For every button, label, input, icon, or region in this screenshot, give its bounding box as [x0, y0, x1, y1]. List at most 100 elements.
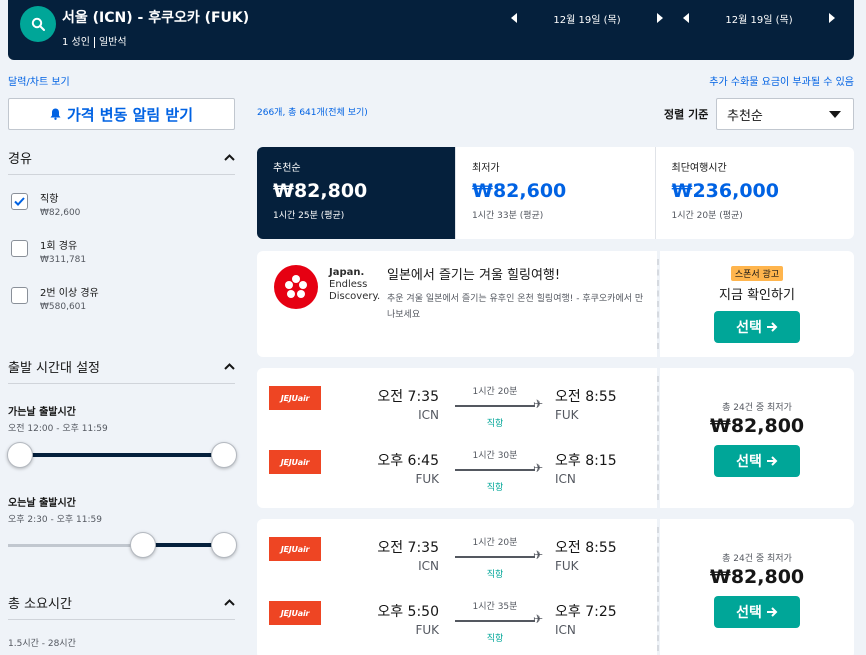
duration-title: 총 소요시간 [8, 597, 72, 612]
prev-return-date-button[interactable] [678, 10, 694, 26]
outbound-time-range: 오전 12:00 - 오후 11:59 [8, 424, 108, 434]
plane-icon: ✈ [533, 548, 544, 562]
sponsored-ad-card: Japan. Endless Discovery. 일본에서 즐기는 겨울 힐링… [257, 251, 854, 357]
baggage-fee-link[interactable]: 추가 수화물 요금이 부과될 수 있음 [709, 73, 854, 88]
direct-checkbox[interactable] [11, 193, 28, 210]
return-slider-end-handle[interactable] [211, 532, 237, 558]
arrow-right-icon [766, 607, 778, 617]
caret-left-icon [511, 13, 517, 23]
flight-line [455, 556, 535, 558]
ad-title: 일본에서 즐기는 겨울 힐링여행! [387, 268, 561, 283]
passenger-summary[interactable]: 1 성인 일반석 [62, 33, 127, 48]
tab-label: 추천순 [273, 163, 301, 174]
multi-stop-checkbox[interactable] [11, 287, 28, 304]
arrival-time: 오후 7:25 [555, 604, 617, 620]
duration-range: 1.5시간 - 28시간 [8, 639, 76, 649]
price-alert-button[interactable]: 가격 변동 알림 받기 [8, 98, 235, 130]
stops-label: 직항 [486, 634, 504, 644]
plane-icon: ✈ [533, 461, 544, 475]
select-button-label: 선택 [736, 453, 762, 470]
tab-fastest[interactable]: 최단여행시간 ₩236,000 1시간 20분 (평균) [656, 147, 855, 239]
return-date[interactable]: 12월 19일 (목) [694, 11, 824, 26]
outbound-slider-track[interactable] [20, 453, 224, 457]
airline-logo: JEJUair [269, 386, 321, 410]
caret-left-icon [683, 13, 689, 23]
flight-price: ₩82,800 [709, 414, 805, 437]
outbound-slider-end-handle[interactable] [211, 442, 237, 468]
tab-label: 최단여행시간 [671, 163, 727, 174]
ad-content[interactable]: Japan. Endless Discovery. 일본에서 즐기는 겨울 힐링… [257, 251, 659, 357]
passenger-count: 1 성인 [62, 37, 90, 48]
tab-price: ₩82,800 [273, 180, 368, 202]
select-flight-button[interactable]: 선택 [714, 596, 800, 628]
depart-date-nav: 12월 19일 (목) [506, 10, 668, 26]
tab-duration: 1시간 20분 (평균) [671, 211, 743, 221]
calendar-chart-link[interactable]: 달력/차트 보기 [8, 73, 70, 88]
departure-time: 오후 5:50 [377, 604, 439, 620]
flight-itinerary[interactable]: JEJUair 오전 7:35 ICN 1시간 20분 ✈ 직항 오전 8:55… [257, 519, 659, 655]
stop-option-price: ₩82,600 [40, 208, 81, 218]
tab-duration: 1시간 25분 (평균) [273, 211, 345, 221]
flight-line [455, 469, 535, 471]
duration-section-header[interactable]: 총 소요시간 [8, 593, 235, 620]
departure-time: 오후 6:45 [377, 453, 439, 469]
ad-cta-text: 지금 확인하기 [719, 287, 795, 303]
japan-logo-icon [274, 265, 318, 309]
sort-dropdown[interactable]: 추천순 [716, 98, 854, 130]
departure-airport: ICN [418, 559, 439, 573]
ad-cta-panel: 스폰서 광고 지금 확인하기 선택 [660, 251, 854, 357]
stop-option-price: ₩580,601 [40, 302, 87, 312]
stop-option-label: 1회 경유 [40, 241, 78, 252]
stop-option-direct[interactable]: 직항 ₩82,600 [11, 193, 80, 219]
stops-label: 직항 [486, 419, 504, 429]
arrow-right-icon [766, 455, 778, 466]
tab-best[interactable]: 추천순 ₩82,800 1시간 25분 (평균) [257, 147, 456, 239]
stops-section-header[interactable]: 경유 [8, 148, 235, 175]
tab-price: ₩236,000 [671, 180, 780, 202]
caret-right-icon [829, 13, 835, 23]
stops-label: 직항 [486, 483, 504, 493]
prev-depart-date-button[interactable] [506, 10, 522, 26]
ad-select-button[interactable]: 선택 [714, 310, 800, 343]
departure-airport: FUK [415, 623, 439, 637]
search-icon [31, 17, 45, 31]
price-caption: 총 24건 중 최저가 [722, 402, 792, 413]
airline-logo: JEJUair [269, 537, 321, 561]
ad-brand-text: Japan. Endless Discovery. [329, 267, 380, 303]
depart-date[interactable]: 12월 19일 (목) [522, 11, 652, 26]
search-button[interactable] [20, 6, 56, 42]
select-flight-button[interactable]: 선택 [714, 444, 800, 477]
results-count-link[interactable]: 266개, 총 641개(전체 보기) [257, 105, 368, 118]
stop-option-one-stop[interactable]: 1회 경유 ₩311,781 [11, 240, 86, 266]
route-title[interactable]: 서울 (ICN) - 후쿠오카 (FUK) [62, 7, 249, 27]
ad-brand-line: Endless [329, 279, 368, 290]
chevron-up-icon [224, 363, 235, 370]
outbound-leg: JEJUair 오전 7:35 ICN 1시간 20분 ✈ 직항 오전 8:55… [257, 519, 657, 580]
tab-price: ₩82,600 [472, 180, 567, 202]
flight-duration: 1시간 20분 [472, 538, 518, 548]
departure-time-title: 출발 시간대 설정 [8, 361, 100, 376]
one-stop-checkbox[interactable] [11, 240, 28, 257]
next-return-date-button[interactable] [824, 10, 840, 26]
flight-itinerary[interactable]: JEJUair 오전 7:35 ICN 1시간 20분 ✈ 직항 오전 8:55… [257, 368, 659, 508]
stop-option-multi-stop[interactable]: 2번 이상 경유 ₩580,601 [11, 287, 99, 313]
return-slider-start-handle[interactable] [130, 532, 156, 558]
return-time-range: 오후 2:30 - 오후 11:59 [8, 515, 102, 525]
select-button-label: 선택 [736, 319, 762, 336]
outbound-slider-start-handle[interactable] [7, 442, 33, 468]
tab-cheapest[interactable]: 최저가 ₩82,600 1시간 33분 (평균) [456, 147, 656, 239]
departure-time-section-header[interactable]: 출발 시간대 설정 [8, 357, 235, 384]
outbound-time-title: 가는날 출발시간 [8, 407, 76, 418]
outbound-leg: JEJUair 오전 7:35 ICN 1시간 20분 ✈ 직항 오전 8:55… [257, 368, 657, 429]
price-caption: 총 24건 중 최저가 [722, 554, 792, 564]
airline-logo: JEJUair [269, 450, 321, 474]
departure-time: 오전 7:35 [377, 389, 439, 405]
search-header: 서울 (ICN) - 후쿠오카 (FUK) 1 성인 일반석 12월 19일 (목… [8, 0, 854, 60]
next-depart-date-button[interactable] [652, 10, 668, 26]
flight-result-card: JEJUair 오전 7:35 ICN 1시간 20분 ✈ 직항 오전 8:55… [257, 368, 854, 508]
arrow-right-icon [766, 321, 778, 332]
return-time-title: 오는날 출발시간 [8, 498, 76, 509]
return-leg: JEJUair 오후 6:45 FUK 1시간 30분 ✈ 직항 오후 8:15… [257, 432, 657, 493]
departure-airport: FUK [415, 472, 439, 486]
bell-icon [50, 108, 61, 120]
